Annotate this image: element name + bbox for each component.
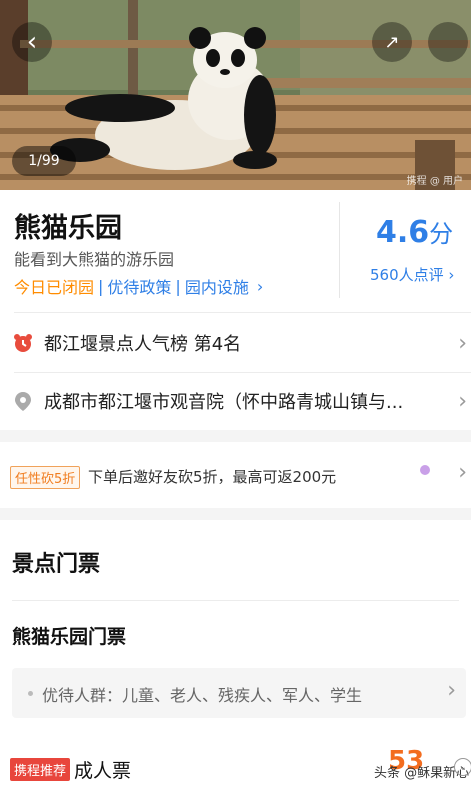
attraction-title: 熊猫乐园 xyxy=(14,213,122,244)
divider: | xyxy=(175,276,181,296)
address-row[interactable]: 成都市都江堰市观音院（怀中路青城山镇与... › xyxy=(0,374,471,428)
status-closed: 今日已闭园 xyxy=(14,278,95,297)
alarm-clock-icon xyxy=(14,334,32,352)
bullet-dot xyxy=(28,691,33,696)
attraction-tags: 今日已闭园 | 优待政策 | 园内设施 › xyxy=(14,274,263,298)
location-pin-icon xyxy=(15,392,31,411)
divider: | xyxy=(98,276,104,296)
chevron-right-icon[interactable]: › xyxy=(257,277,263,296)
share-icon: ↗ xyxy=(384,31,400,53)
back-button[interactable]: ‹ xyxy=(12,22,52,62)
photo-watermark: 携程 @ 用户 xyxy=(406,176,463,187)
ticket-group-title: 熊猫乐园门票 xyxy=(12,626,127,648)
chevron-right-icon: › xyxy=(458,460,467,485)
ranking-row[interactable]: 都江堰景点人气榜 第4名 › xyxy=(0,316,471,370)
hero-image[interactable]: ‹ ↗ 1/99 携程 @ 用户 xyxy=(0,0,471,190)
chevron-right-icon: › xyxy=(458,388,467,414)
more-button[interactable] xyxy=(428,22,468,62)
divider xyxy=(14,312,471,313)
attraction-info-card: 熊猫乐园 能看到大熊猫的游乐园 今日已闭园 | 优待政策 | 园内设施 › 4.… xyxy=(0,190,471,430)
notification-dot xyxy=(420,465,430,475)
review-count-link[interactable]: 560人点评 › xyxy=(370,264,454,285)
section-title: 景点门票 xyxy=(12,552,101,577)
tickets-section: 景点门票 熊猫乐园门票 优待人群：儿童、老人、残疾人、军人、学生 › 携程推荐 … xyxy=(0,520,471,787)
recommend-badge: 携程推荐 xyxy=(10,758,71,781)
image-counter: 1/99 xyxy=(12,146,76,176)
discount-eligibility-row[interactable]: 优待人群：儿童、老人、残疾人、军人、学生 › xyxy=(12,668,466,718)
score-unit: 分 xyxy=(429,220,454,248)
back-arrow-icon: ‹ xyxy=(26,27,38,57)
promo-badge: 任性砍5折 xyxy=(10,466,81,489)
vertical-divider xyxy=(339,202,340,298)
link-facilities[interactable]: 园内设施 xyxy=(185,274,249,298)
score-value: 4.6 xyxy=(376,215,430,250)
promo-text: 下单后邀好友砍5折，最高可返200元 xyxy=(88,468,337,486)
divider xyxy=(14,372,471,373)
ticket-name[interactable]: 成人票 xyxy=(74,756,131,783)
promo-banner[interactable]: 任性砍5折 下单后邀好友砍5折，最高可返200元 › xyxy=(0,442,471,508)
rating-score[interactable]: 4.6分 xyxy=(376,214,453,250)
share-button[interactable]: ↗ xyxy=(372,22,412,62)
chevron-down-icon[interactable]: ⌄ xyxy=(454,758,471,776)
chevron-right-icon: › xyxy=(447,678,456,703)
discount-text: 优待人群：儿童、老人、残疾人、军人、学生 xyxy=(42,686,363,705)
divider xyxy=(12,600,459,601)
chevron-right-icon: › xyxy=(448,266,455,284)
review-count: 560人点评 xyxy=(370,266,444,284)
link-discount-policy[interactable]: 优待政策 xyxy=(107,274,171,298)
chevron-right-icon: › xyxy=(458,330,467,356)
ranking-text: 都江堰景点人气榜 第4名 xyxy=(44,334,242,355)
address-text: 成都市都江堰市观音院（怀中路青城山镇与... xyxy=(44,392,404,413)
attraction-subtitle: 能看到大熊猫的游乐园 xyxy=(14,250,175,269)
